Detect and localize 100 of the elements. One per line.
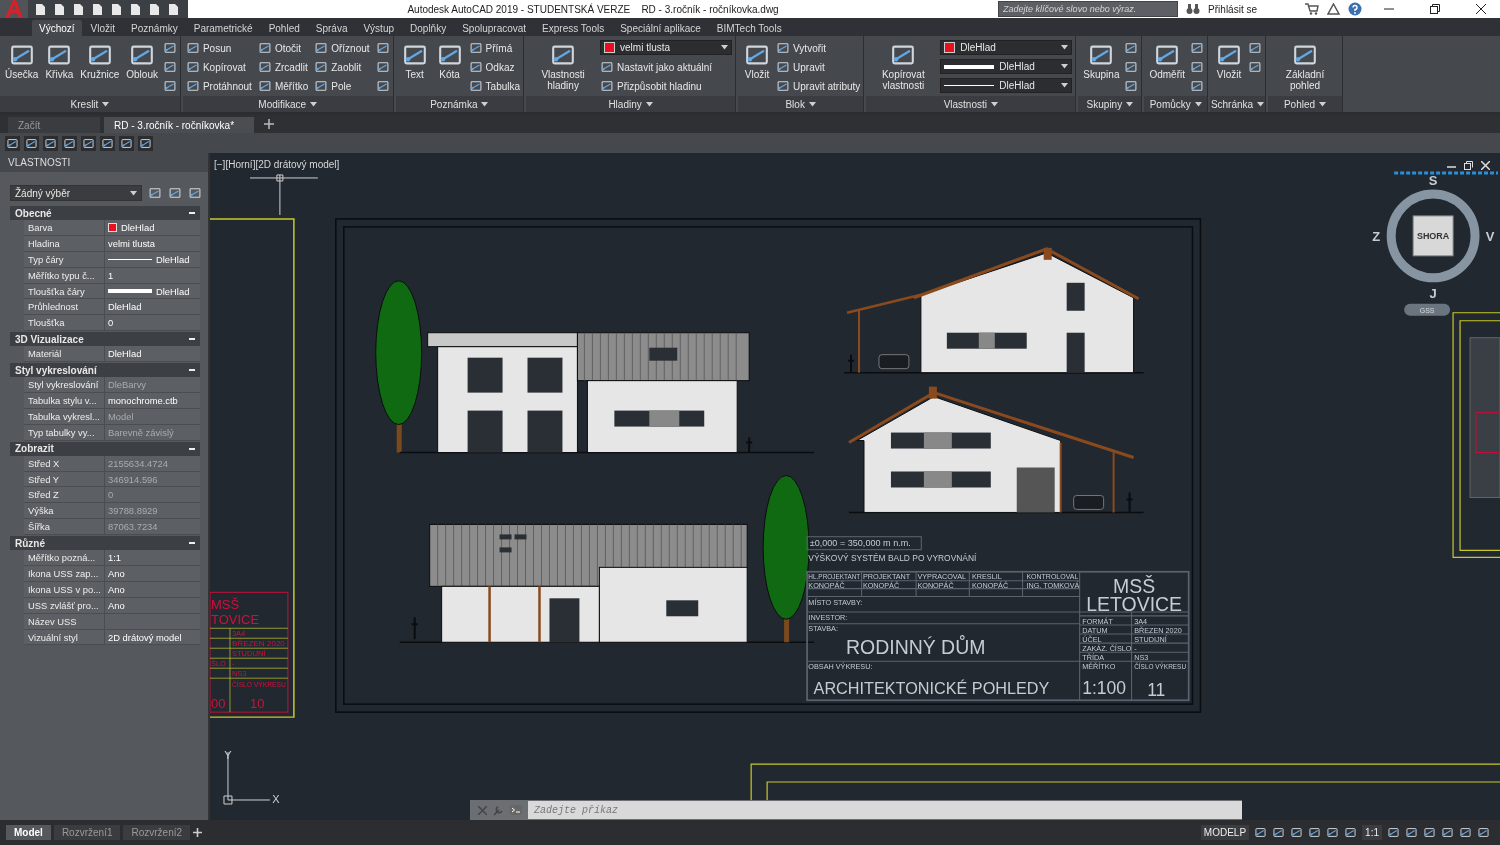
ribbon-tab[interactable]: Parametrické [186, 20, 260, 36]
toolbar-button[interactable] [81, 135, 96, 151]
property-value[interactable]: 0 [104, 315, 200, 331]
ribbon-button[interactable]: Křivka [43, 39, 76, 82]
toolbar-button[interactable] [100, 135, 115, 151]
toolbar-button[interactable] [53, 2, 66, 16]
ribbon-tab[interactable]: Doplňky [403, 20, 454, 36]
ribbon-button[interactable]: Úsečka [3, 39, 41, 82]
status-bar-button[interactable] [1423, 826, 1436, 839]
section-header[interactable]: 3D Vizualizace [10, 332, 200, 347]
ribbon-button[interactable]: Kopírovat vlastnosti [869, 39, 938, 93]
panel-title[interactable]: Pohled [1268, 96, 1342, 112]
toolbar-button[interactable] [72, 2, 85, 16]
toolbar-button[interactable] [148, 2, 161, 16]
layout-tab[interactable]: Rozvržení1 [53, 825, 121, 840]
plus-icon[interactable] [193, 828, 203, 837]
panel-title[interactable]: Vlastnosti [866, 96, 1076, 112]
close-icon[interactable] [1476, 4, 1486, 14]
ribbon-tab[interactable]: Správa [308, 20, 355, 36]
status-bar-button[interactable] [1290, 826, 1304, 839]
ribbon-tab[interactable]: Express Tools [535, 20, 612, 36]
property-value[interactable]: DleHlad [104, 299, 200, 315]
ribbon-button[interactable]: Oblouk [124, 39, 160, 82]
dropdown[interactable]: DleHlad [940, 40, 1073, 55]
ribbon-button[interactable]: Posun [185, 39, 252, 57]
property-value[interactable]: velmi tlusta [104, 235, 200, 251]
file-tab[interactable]: RD - 3.ročník - ročníkovka* [104, 117, 254, 133]
property-value[interactable]: 2D drátový model [104, 629, 200, 645]
panel-title[interactable]: Skupiny [1078, 96, 1142, 112]
toolbar-button[interactable] [24, 135, 39, 151]
ribbon-tab[interactable]: Pohled [261, 20, 307, 36]
property-value[interactable]: DleHlad [104, 346, 200, 362]
ribbon-tab[interactable]: Výchozí [32, 20, 82, 36]
toolbar-button[interactable] [129, 2, 142, 16]
file-tab[interactable]: Začít [8, 117, 100, 133]
property-value[interactable]: 1:1 [104, 550, 200, 566]
ribbon-tab[interactable]: BIMTech Tools [709, 20, 789, 36]
panel-title[interactable]: Hladiny [526, 96, 736, 112]
ribbon-button[interactable]: Kružnice [78, 39, 122, 82]
ribbon-tab[interactable]: Vložit [83, 20, 123, 36]
selection-dropdown[interactable]: Žádný výběr [10, 185, 142, 201]
ribbon-button[interactable]: Přizpůsobit hladinu [600, 77, 733, 95]
sign-in-button[interactable]: Přihlásit se [1208, 3, 1297, 15]
command-input[interactable]: Zadejte příkaz [528, 801, 1242, 819]
toolbar-button[interactable] [5, 135, 20, 151]
section-header[interactable]: Obecné [10, 206, 200, 220]
property-value[interactable]: DleHlad [104, 220, 200, 235]
ribbon-button[interactable]: Skupina [1081, 39, 1122, 82]
status-bar-button[interactable] [1326, 826, 1340, 839]
collapse-toggle[interactable] [189, 542, 195, 545]
ribbon-button[interactable]: Přímá [468, 39, 521, 57]
ribbon-button[interactable]: Odkaz [468, 58, 521, 76]
collapse-toggle[interactable] [189, 369, 195, 372]
status-bar-button[interactable] [1441, 826, 1454, 839]
property-value[interactable]: Ano [104, 581, 200, 597]
ribbon-button[interactable]: Text [398, 39, 431, 82]
toolbar-button[interactable] [34, 2, 47, 16]
toolbar-button[interactable] [119, 135, 134, 151]
ribbon-button[interactable]: Protáhnout [185, 77, 252, 95]
panel-title[interactable]: Schránka [1210, 96, 1265, 112]
ribbon-button[interactable]: Tabulka [468, 77, 521, 95]
ribbon-button[interactable]: Základní pohled [1271, 39, 1339, 93]
status-bar-button[interactable] [1459, 826, 1472, 839]
panel-title[interactable]: Modifikace [182, 96, 393, 112]
property-value[interactable]: monochrome.ctb [104, 393, 200, 408]
panel-title[interactable]: Kreslit [0, 96, 180, 112]
layout-tab[interactable]: Rozvržení2 [123, 825, 191, 840]
collapse-toggle[interactable] [189, 447, 195, 450]
viewport-controls[interactable]: [−][Horní][2D drátový model] [214, 159, 340, 170]
section-header[interactable]: Styl vykreslování [10, 363, 200, 378]
property-value[interactable]: 1 [104, 267, 200, 283]
toolbar-button[interactable] [110, 2, 123, 16]
ribbon-button[interactable]: Pole [314, 77, 370, 95]
toolbar-button[interactable] [62, 135, 77, 151]
ribbon-button[interactable]: Odměřit [1147, 39, 1187, 82]
ribbon-button[interactable]: Vložit [741, 39, 774, 82]
toolbar-button[interactable] [167, 2, 180, 16]
ribbon-button[interactable]: Měřítko [257, 77, 309, 95]
model-space-button[interactable]: MODELP [1200, 825, 1250, 840]
dropdown[interactable]: DleHlad [940, 59, 1073, 74]
ribbon-tab[interactable]: Poznámky [124, 20, 185, 36]
status-bar-button[interactable] [1254, 826, 1268, 839]
annotation-scale-button[interactable]: 1:1 [1362, 825, 1382, 840]
property-value[interactable]: Ano [104, 566, 200, 581]
ribbon-button[interactable]: Upravit [776, 58, 861, 76]
search-field[interactable]: Zadejte klíčové slovo nebo výraz. [998, 1, 1179, 17]
toolbar-button[interactable] [91, 2, 104, 16]
ribbon-tab[interactable]: Spolupracovat [455, 20, 534, 36]
ribbon-button[interactable]: Zaoblit [314, 58, 370, 76]
ribbon-button[interactable]: Oříznout [314, 39, 370, 57]
ribbon-button[interactable]: Kopírovat [185, 58, 252, 76]
status-bar-button[interactable] [1308, 826, 1322, 839]
plus-icon[interactable] [264, 119, 274, 129]
status-bar-button[interactable] [1272, 826, 1286, 839]
restore-icon[interactable] [1430, 4, 1440, 14]
panel-title[interactable]: Poznámka [395, 96, 524, 112]
property-value[interactable]: DleHlad [104, 251, 200, 267]
property-value[interactable]: DleHlad [104, 283, 200, 299]
status-bar-button[interactable] [1477, 826, 1490, 839]
ribbon-button[interactable]: Kóta [433, 39, 466, 82]
